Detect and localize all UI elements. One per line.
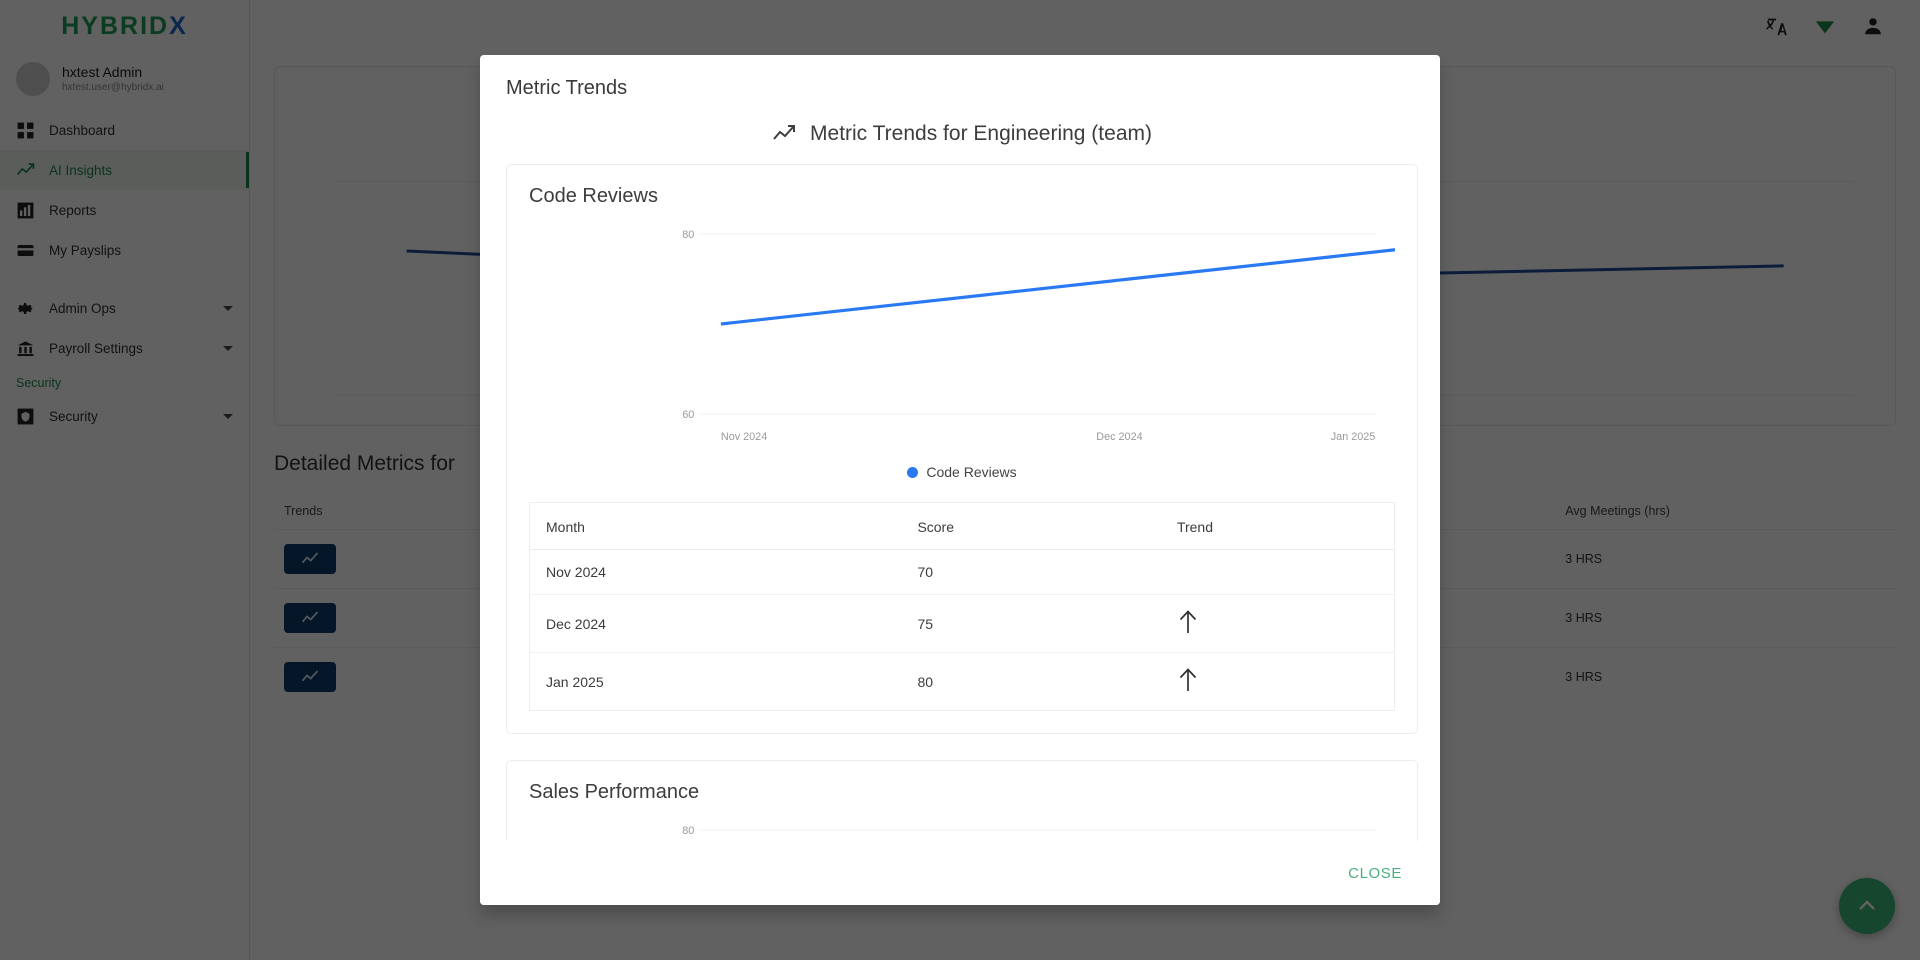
column-header-score: Score <box>901 502 1161 550</box>
dialog-body[interactable]: Metric Trends for Engineering (team) Cod… <box>480 114 1440 841</box>
dialog-heading: Metric Trends for Engineering (team) <box>506 114 1418 164</box>
svg-text:Dec 2024: Dec 2024 <box>1096 431 1142 443</box>
line-chart-svg: 80 60 Nov 2024 Dec 2024 Jan 2025 <box>682 825 1395 841</box>
dialog-footer: CLOSE <box>480 841 1440 905</box>
close-button[interactable]: CLOSE <box>1338 857 1412 890</box>
cell-trend <box>1160 549 1395 595</box>
metric-card-title: Sales Performance <box>529 781 700 803</box>
cell-trend <box>1161 653 1395 711</box>
arrow-up-icon <box>1179 668 1197 691</box>
metric-card-code-reviews: Code Reviews 80 60 Nov 2024 Dec 2024 Jan… <box>506 164 1418 734</box>
legend-label: Code Reviews <box>926 464 1017 480</box>
dialog-title: Metric Trends <box>506 77 628 99</box>
cell-score: 70 <box>901 549 1161 595</box>
chart-code-reviews: 80 60 Nov 2024 Dec 2024 Jan 2025 <box>529 218 1395 448</box>
table-row: Nov 2024 70 <box>529 549 1395 595</box>
metric-trends-dialog: Metric Trends Metric Trends for Engineer… <box>480 55 1440 905</box>
cell-month: Nov 2024 <box>529 549 902 595</box>
table-header-row: Month Score Trend <box>529 502 1395 550</box>
cell-score: 80 <box>917 673 934 690</box>
column-header-trend: Trend <box>1160 502 1395 550</box>
arrow-up-icon <box>1179 610 1197 633</box>
cell-trend <box>1160 594 1395 653</box>
column-header-month: Month <box>529 502 902 550</box>
metric-card-sales-performance: Sales Performance 80 60 Nov 2024 Dec 202… <box>506 760 1418 841</box>
svg-text:Nov 2024: Nov 2024 <box>721 431 767 443</box>
svg-text:80: 80 <box>682 825 694 837</box>
cell-score: 75 <box>901 594 1161 653</box>
dialog-heading-text: Metric Trends for Engineering (team) <box>810 122 1152 145</box>
cell-month: Jan 2025 <box>546 673 604 690</box>
legend-dot <box>907 466 919 478</box>
svg-text:Jan 2025: Jan 2025 <box>1331 431 1376 443</box>
cell-month: Dec 2024 <box>529 594 902 653</box>
metric-data-table: Month Score Trend Nov 2024 70 Dec 2024 7… <box>529 502 1395 711</box>
metric-card-title: Code Reviews <box>529 185 658 207</box>
table-row: Jan 2025 80 <box>530 653 1395 711</box>
svg-text:60: 60 <box>682 409 694 421</box>
line-chart-svg: 80 60 Nov 2024 Dec 2024 Jan 2025 <box>682 229 1395 443</box>
table-row: Dec 2024 75 <box>529 594 1395 653</box>
trending-up-icon <box>773 125 796 140</box>
svg-text:80: 80 <box>682 229 694 241</box>
chart-legend: Code Reviews <box>529 464 1395 480</box>
chart-sales-performance: 80 60 Nov 2024 Dec 2024 Jan 2025 <box>529 814 1395 841</box>
